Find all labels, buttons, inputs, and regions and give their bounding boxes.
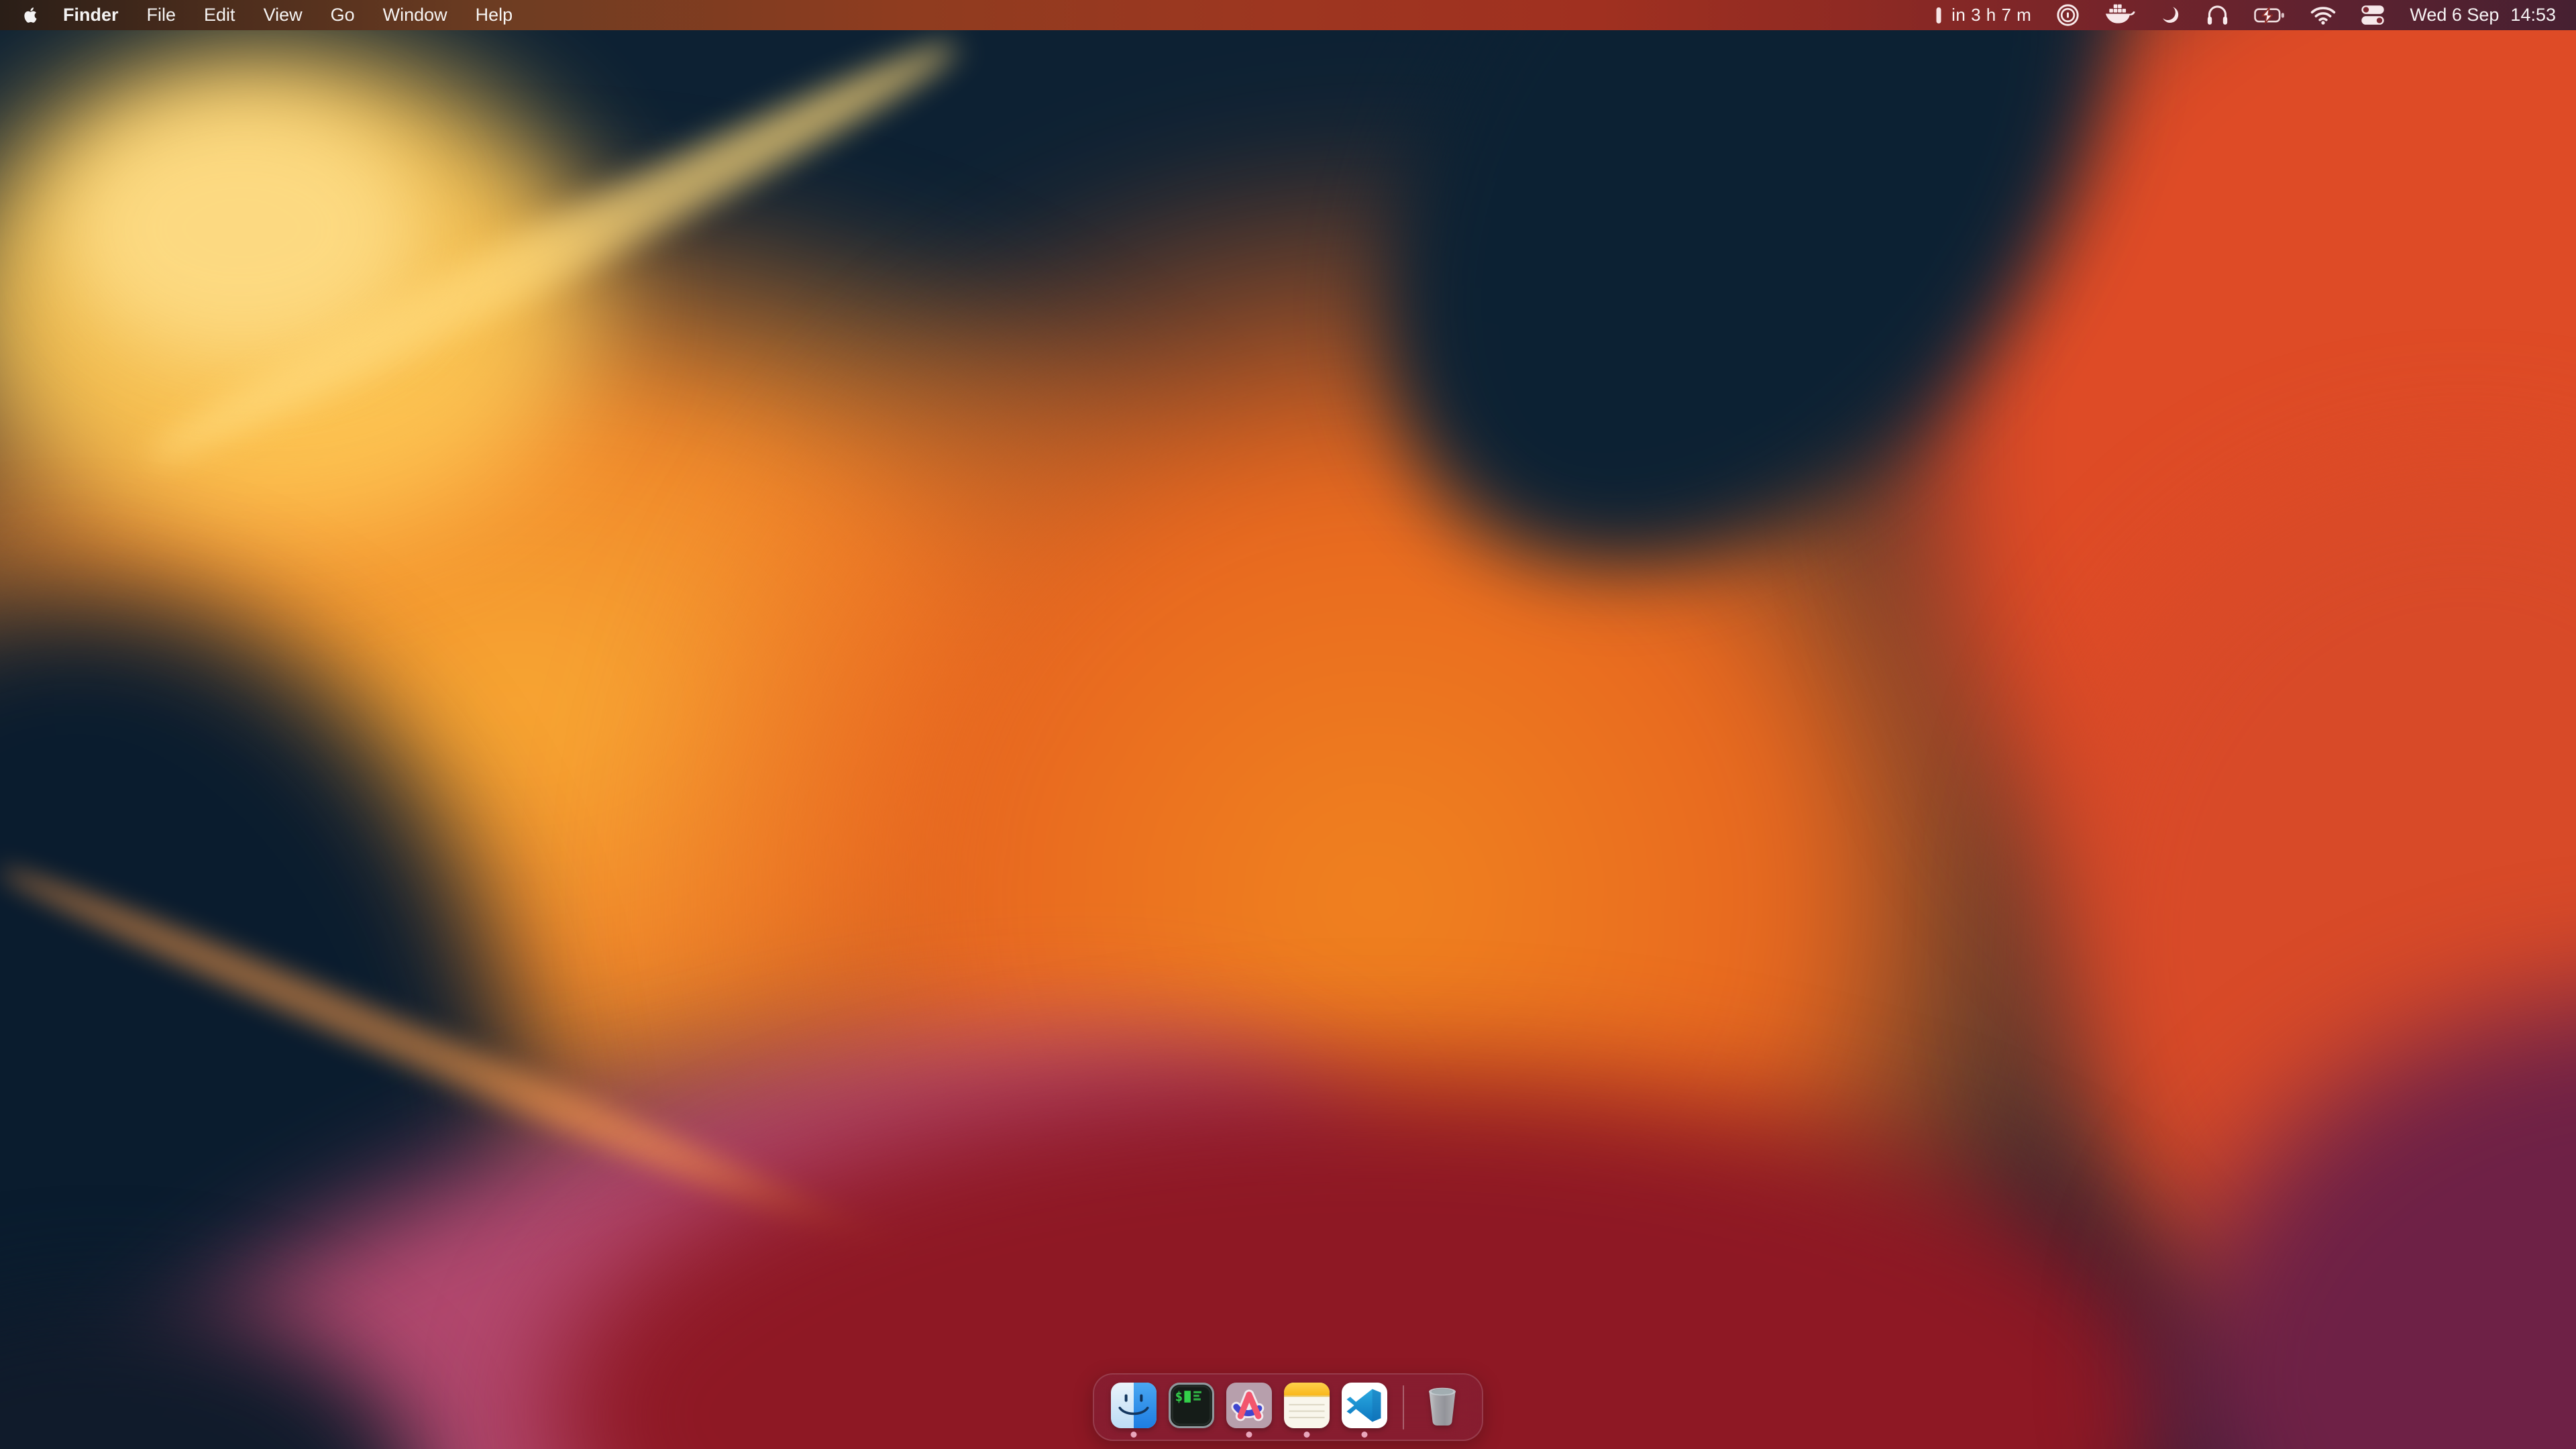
focus-moon-icon[interactable] (2160, 0, 2181, 30)
vscode-icon (1342, 1383, 1387, 1428)
timer-pill-icon (1935, 4, 1943, 27)
arc-browser-icon (1226, 1383, 1272, 1428)
menu-help[interactable]: Help (462, 0, 527, 30)
control-center-icon[interactable] (2361, 0, 2385, 30)
running-dot (1362, 1432, 1368, 1438)
dock-item-notes[interactable] (1284, 1375, 1330, 1440)
battery-charging-icon[interactable] (2254, 0, 2286, 30)
clock-date: Wed 6 Sep (2410, 5, 2499, 25)
trash-icon (1422, 1383, 1462, 1428)
wifi-icon[interactable] (2310, 0, 2336, 30)
clock-time: 14:53 (2510, 5, 2556, 25)
menu-view[interactable]: View (250, 0, 317, 30)
dock-item-finder[interactable] (1111, 1375, 1157, 1440)
dock-item-vscode[interactable] (1342, 1375, 1387, 1440)
dock-item-terminal[interactable]: $ (1169, 1375, 1214, 1440)
svg-text:$: $ (1175, 1389, 1183, 1404)
dock-separator (1403, 1385, 1404, 1430)
dock-item-arc[interactable] (1226, 1375, 1272, 1440)
wallpaper (0, 0, 2576, 1449)
menu-app-name[interactable]: Finder (49, 0, 133, 30)
finder-icon (1111, 1383, 1157, 1428)
status-timer[interactable]: in 3 h 7 m (1935, 0, 2031, 30)
dock: $ (1093, 1373, 1483, 1441)
dock-item-trash[interactable] (1419, 1375, 1465, 1440)
menu-edit[interactable]: Edit (190, 0, 250, 30)
running-dot (1131, 1432, 1137, 1438)
desktop: Finder File Edit View Go Window Help in … (0, 0, 2576, 1449)
timer-label: in 3 h 7 m (1951, 5, 2031, 25)
running-dot (1246, 1432, 1252, 1438)
menu-file[interactable]: File (133, 0, 191, 30)
headphones-icon[interactable] (2206, 0, 2229, 30)
notes-icon (1284, 1383, 1330, 1428)
menu-go[interactable]: Go (317, 0, 369, 30)
terminal-icon: $ (1169, 1383, 1214, 1428)
menu-window[interactable]: Window (369, 0, 462, 30)
one-password-icon[interactable] (2056, 0, 2080, 30)
menu-bar-left: Finder File Edit View Go Window Help (0, 0, 527, 30)
menu-bar-clock[interactable]: Wed 6 Sep 14:53 (2410, 0, 2556, 30)
docker-icon[interactable] (2104, 0, 2135, 30)
menu-bar-status: in 3 h 7 m (1935, 0, 2576, 30)
apple-logo-icon (21, 5, 40, 25)
apple-menu[interactable] (19, 0, 49, 30)
running-dot (1304, 1432, 1310, 1438)
menu-bar: Finder File Edit View Go Window Help in … (0, 0, 2576, 30)
